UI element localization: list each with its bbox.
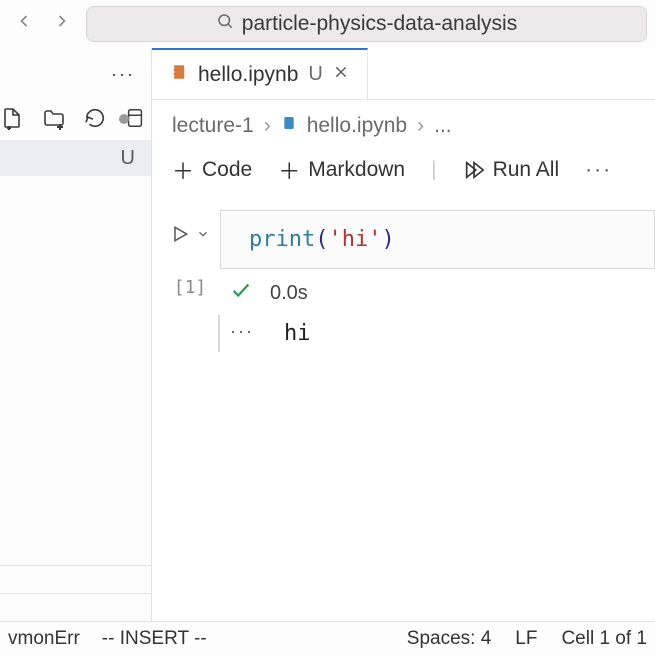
breadcrumb[interactable]: lecture-1 › hello.ipynb › ... — [152, 100, 655, 148]
status-left-1[interactable]: vmonErr — [8, 628, 80, 650]
plus-icon: ＋ — [278, 154, 300, 186]
toolbar-more-icon[interactable]: ··· — [585, 158, 612, 182]
add-markdown-cell-button[interactable]: ＋ Markdown — [278, 154, 405, 186]
breadcrumb-folder[interactable]: lecture-1 — [172, 114, 254, 138]
run-all-button[interactable]: Run All — [463, 158, 560, 182]
chevron-right-icon: › — [417, 114, 424, 138]
modified-dot-icon — [119, 114, 129, 124]
plus-icon: ＋ — [172, 154, 194, 186]
add-code-label: Code — [202, 158, 252, 182]
code-token-fn: print — [249, 227, 315, 252]
tab-filename: hello.ipynb — [198, 63, 298, 87]
status-eol[interactable]: LF — [515, 628, 537, 650]
new-folder-icon[interactable] — [42, 106, 66, 130]
explorer-more-icon[interactable]: ··· — [111, 64, 135, 85]
notebook-icon — [170, 62, 188, 88]
close-tab-icon[interactable] — [333, 64, 349, 85]
execution-count: [1] — [174, 259, 207, 298]
status-bar: vmonErr -- INSERT -- Spaces: 4 LF Cell 1… — [0, 621, 655, 655]
new-file-icon[interactable] — [0, 106, 24, 130]
execution-time: 0.0s — [270, 282, 308, 305]
nav-forward-icon[interactable] — [52, 11, 72, 37]
output-more-icon[interactable]: ··· — [230, 321, 278, 342]
timeline-section[interactable] — [0, 593, 151, 621]
run-cell-dropdown-icon[interactable] — [196, 224, 210, 249]
run-all-icon — [463, 159, 485, 181]
search-icon — [216, 12, 234, 36]
cell-output-text: hi — [278, 321, 311, 346]
add-markdown-label: Markdown — [308, 158, 405, 182]
run-all-label: Run All — [493, 158, 560, 182]
outline-section[interactable] — [0, 565, 151, 593]
file-tree-item[interactable]: U — [0, 140, 151, 176]
tab-git-status: U — [308, 63, 322, 86]
add-code-cell-button[interactable]: ＋ Code — [172, 154, 252, 186]
status-indent[interactable]: Spaces: 4 — [407, 628, 492, 650]
chevron-right-icon: › — [264, 114, 271, 138]
success-check-icon — [230, 279, 252, 307]
notebook-icon — [281, 114, 297, 138]
breadcrumb-tail[interactable]: ... — [434, 114, 452, 138]
refresh-icon[interactable] — [84, 107, 106, 129]
address-bar[interactable]: particle-physics-data-analysis — [86, 6, 647, 42]
code-cell-editor[interactable]: print('hi') — [220, 210, 655, 269]
breadcrumb-file[interactable]: hello.ipynb — [307, 114, 407, 138]
address-bar-text: particle-physics-data-analysis — [242, 12, 517, 36]
file-status-badge: U — [121, 147, 135, 170]
explorer-sidebar: ··· U — [0, 48, 152, 621]
code-token-paren: ( — [315, 227, 328, 252]
toolbar-divider: | — [431, 158, 436, 182]
run-cell-icon[interactable] — [170, 224, 190, 249]
code-token-string: 'hi' — [328, 227, 381, 252]
nav-back-icon[interactable] — [14, 11, 34, 37]
status-cell-position[interactable]: Cell 1 of 1 — [561, 628, 647, 650]
code-token-paren: ) — [381, 227, 394, 252]
editor-tab[interactable]: hello.ipynb U — [152, 48, 368, 99]
status-vim-mode[interactable]: -- INSERT -- — [102, 628, 207, 650]
